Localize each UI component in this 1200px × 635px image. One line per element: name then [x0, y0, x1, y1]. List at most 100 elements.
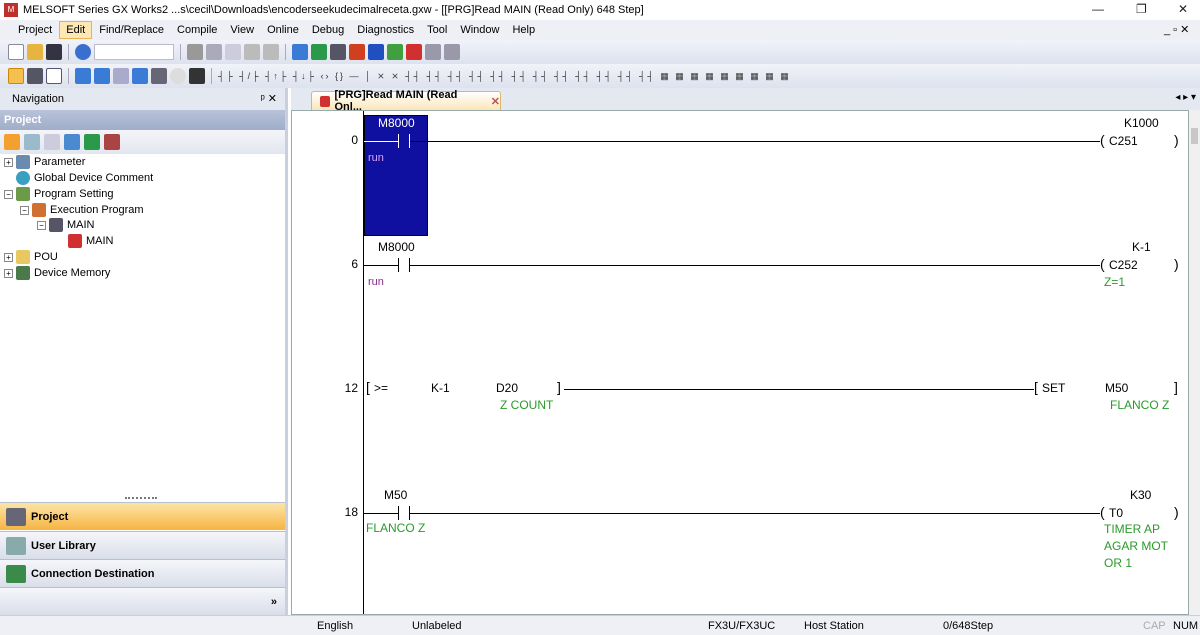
ladder-editor[interactable]: 0 M8000 run K1000 ( C251 ) 6 M8000 run K… — [291, 110, 1189, 615]
coil-constant: K30 — [1130, 488, 1152, 502]
tree-device-memory[interactable]: + Device Memory — [4, 265, 110, 281]
copy-data-icon[interactable] — [24, 134, 40, 150]
menu-project[interactable]: Project — [12, 22, 58, 38]
dev-icon[interactable] — [75, 68, 91, 84]
paste-icon[interactable] — [225, 44, 241, 60]
help-icon[interactable] — [75, 44, 91, 60]
status-cpu: FX3U/FX3UC — [708, 620, 776, 632]
copy-icon[interactable] — [206, 44, 222, 60]
pin-close-icons[interactable]: ᵖ ✕ — [261, 92, 277, 105]
menu-diagnostics[interactable]: Diagnostics — [351, 22, 420, 38]
menu-tool[interactable]: Tool — [421, 22, 453, 38]
tree-global-device-comment[interactable]: Global Device Comment — [16, 170, 153, 186]
nav-project-button[interactable]: Project — [0, 502, 285, 530]
compare-operator[interactable]: >= — [374, 381, 388, 395]
tree-program-setting[interactable]: − Program Setting — [4, 186, 113, 202]
close-tab-icon[interactable]: ✕ — [491, 95, 500, 108]
device-write-icon[interactable] — [311, 44, 327, 60]
vertical-scrollbar[interactable] — [1189, 110, 1200, 615]
property-icon[interactable] — [64, 134, 80, 150]
tree-parameter[interactable]: + Parameter — [4, 154, 85, 170]
undo-icon[interactable] — [244, 44, 260, 60]
contact-device[interactable]: M8000 — [378, 116, 415, 130]
new-data-icon[interactable] — [4, 134, 20, 150]
save-icon[interactable] — [46, 44, 62, 60]
coil-device[interactable]: C252 — [1109, 258, 1138, 272]
dev3-icon[interactable] — [113, 68, 129, 84]
instruction[interactable]: SET — [1042, 381, 1065, 395]
watch-icon[interactable] — [132, 68, 148, 84]
monitor-icon[interactable] — [406, 44, 422, 60]
step-number: 6 — [351, 257, 358, 271]
binoculars-icon[interactable] — [189, 68, 205, 84]
scrollbar-thumb[interactable] — [1191, 128, 1198, 144]
help2-icon[interactable] — [170, 68, 186, 84]
step-number: 12 — [344, 381, 358, 395]
tree-pou[interactable]: + POU — [4, 249, 58, 265]
options-icon[interactable] — [104, 134, 120, 150]
window-icon[interactable] — [46, 68, 62, 84]
device-read-icon[interactable] — [330, 44, 346, 60]
dev2-icon[interactable] — [94, 68, 110, 84]
tree-main-folder[interactable]: − MAIN — [37, 217, 95, 233]
ladder-toolbar: ┤├ ┤/├ ┤↑├ ┤↓├ ‹› {} — │ ⨯ ⨯ ┤┤ ┤┤ ┤┤ ┤┤… — [0, 64, 1200, 88]
verify-icon[interactable] — [387, 44, 403, 60]
read-plc-icon[interactable] — [349, 44, 365, 60]
coil-comment: Z=1 — [1104, 275, 1126, 289]
nav-user-library-button[interactable]: User Library — [0, 531, 285, 559]
menu-find-replace[interactable]: Find/Replace — [93, 22, 170, 38]
contact-device[interactable]: M8000 — [378, 240, 415, 254]
search-combo[interactable] — [94, 44, 174, 60]
tool2-icon[interactable] — [444, 44, 460, 60]
splitter-handle[interactable] — [125, 497, 157, 499]
device-icon[interactable] — [292, 44, 308, 60]
find-icon[interactable] — [151, 68, 167, 84]
compare-source2[interactable]: D20 — [496, 381, 518, 395]
menu-view[interactable]: View — [224, 22, 260, 38]
open-icon[interactable] — [27, 44, 43, 60]
cpu-icon[interactable] — [27, 68, 43, 84]
redo-icon[interactable] — [263, 44, 279, 60]
restore-button[interactable]: ❐ — [1136, 2, 1147, 16]
connection-icon — [6, 564, 26, 583]
status-num: NUM — [1173, 620, 1199, 632]
compare-source1[interactable]: K-1 — [431, 381, 450, 395]
ladder-symbol-icons[interactable]: ┤├ ┤/├ ┤↑├ ┤↓├ ‹› {} — │ ⨯ ⨯ ┤┤ ┤┤ ┤┤ ┤┤… — [218, 71, 791, 82]
close-button[interactable]: ✕ — [1178, 2, 1188, 16]
menu-help[interactable]: Help — [506, 22, 541, 38]
project-tree-icon[interactable] — [8, 68, 24, 84]
menu-debug[interactable]: Debug — [306, 22, 350, 38]
nav-connection-destination-button[interactable]: Connection Destination — [0, 559, 285, 587]
write-plc-icon[interactable] — [368, 44, 384, 60]
contact-device[interactable]: M50 — [384, 488, 407, 502]
menu-window[interactable]: Window — [454, 22, 505, 38]
tool-icon[interactable] — [425, 44, 441, 60]
step-number: 0 — [351, 133, 358, 147]
title-bar: M MELSOFT Series GX Works2 ...s\cecil\Do… — [0, 0, 1200, 20]
contact-symbol — [398, 258, 410, 272]
tab-main-program[interactable]: [PRG]Read MAIN (Read Onl... ✕ — [311, 89, 501, 113]
new-icon[interactable] — [8, 44, 24, 60]
paste-data-icon[interactable] — [44, 134, 60, 150]
tab-scroll-icons[interactable]: ◂ ▸ ▾ — [1175, 92, 1196, 103]
menu-edit[interactable]: Edit — [59, 21, 93, 39]
tree-label: POU — [34, 251, 58, 263]
nav-more-button[interactable]: » — [0, 587, 285, 615]
tree-main-program[interactable]: MAIN — [68, 233, 114, 249]
menu-online[interactable]: Online — [261, 22, 305, 38]
mdi-minimize-button[interactable]: _ ▫ ✕ — [1164, 23, 1189, 36]
cut-icon[interactable] — [187, 44, 203, 60]
tab-bar: [PRG]Read MAIN (Read Onl... ✕ ◂ ▸ ▾ — [291, 88, 1200, 113]
minimize-button[interactable]: — — [1092, 2, 1104, 16]
contact-comment: FLANCO Z — [366, 521, 426, 535]
project-section-header: Project — [0, 110, 285, 130]
coil-device[interactable]: C251 — [1109, 134, 1138, 148]
device-memory-icon — [16, 266, 30, 280]
instruction-device[interactable]: M50 — [1105, 381, 1128, 395]
menu-compile[interactable]: Compile — [171, 22, 223, 38]
tree-label: Execution Program — [50, 204, 144, 216]
tree-execution-program[interactable]: − Execution Program — [20, 202, 144, 218]
coil-device[interactable]: T0 — [1109, 506, 1123, 520]
button-label: Project — [31, 510, 69, 523]
refresh-icon[interactable] — [84, 134, 100, 150]
